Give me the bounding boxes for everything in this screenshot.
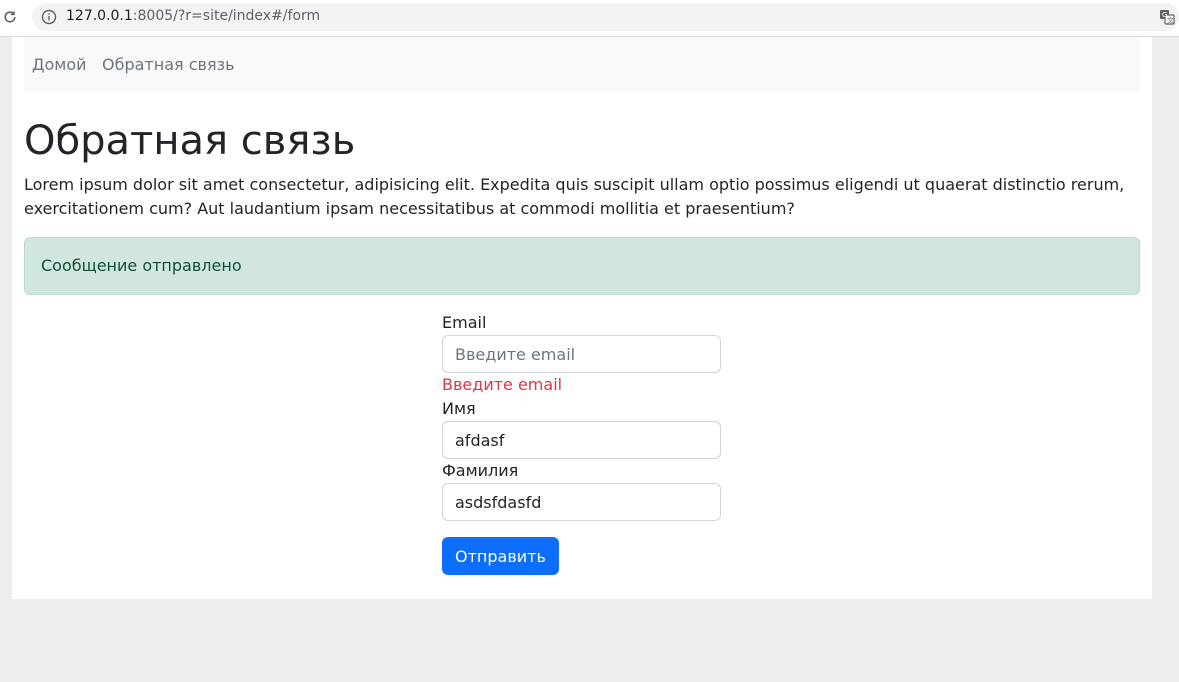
submit-button[interactable]: Отправить bbox=[442, 537, 559, 575]
page-title: Обратная связь bbox=[24, 118, 356, 164]
page-container: Домой Обратная связь Обратная связь Lore… bbox=[12, 37, 1152, 599]
name-label: Имя bbox=[442, 399, 476, 418]
url-path: :8005/?r=site/index#/form bbox=[132, 8, 321, 24]
translate-icon[interactable]: G 文 bbox=[1159, 9, 1175, 25]
address-bar[interactable]: 127.0.0.1:8005/?r=site/index#/form G 文 bbox=[32, 3, 1179, 31]
success-alert: Сообщение отправлено bbox=[24, 237, 1140, 295]
nav-link-feedback[interactable]: Обратная связь bbox=[102, 55, 235, 74]
intro-text: Lorem ipsum dolor sit amet consectetur, … bbox=[24, 175, 1125, 218]
alert-message: Сообщение отправлено bbox=[41, 256, 242, 275]
email-label: Email bbox=[442, 313, 487, 332]
email-field[interactable] bbox=[442, 335, 721, 373]
nav-link-home[interactable]: Домой bbox=[32, 55, 87, 74]
svg-text:文: 文 bbox=[1167, 16, 1174, 25]
surname-field[interactable] bbox=[442, 483, 721, 521]
reload-icon[interactable] bbox=[2, 9, 18, 25]
browser-toolbar: 127.0.0.1:8005/?r=site/index#/form G 文 bbox=[0, 0, 1179, 37]
url-host: 127.0.0.1 bbox=[66, 8, 133, 24]
name-field[interactable] bbox=[442, 421, 721, 459]
url-text: 127.0.0.1:8005/?r=site/index#/form bbox=[66, 8, 320, 24]
site-info-icon[interactable] bbox=[41, 9, 57, 25]
surname-label: Фамилия bbox=[442, 461, 519, 480]
navbar: Домой Обратная связь bbox=[24, 37, 1140, 93]
email-error: Введите email bbox=[442, 375, 563, 394]
